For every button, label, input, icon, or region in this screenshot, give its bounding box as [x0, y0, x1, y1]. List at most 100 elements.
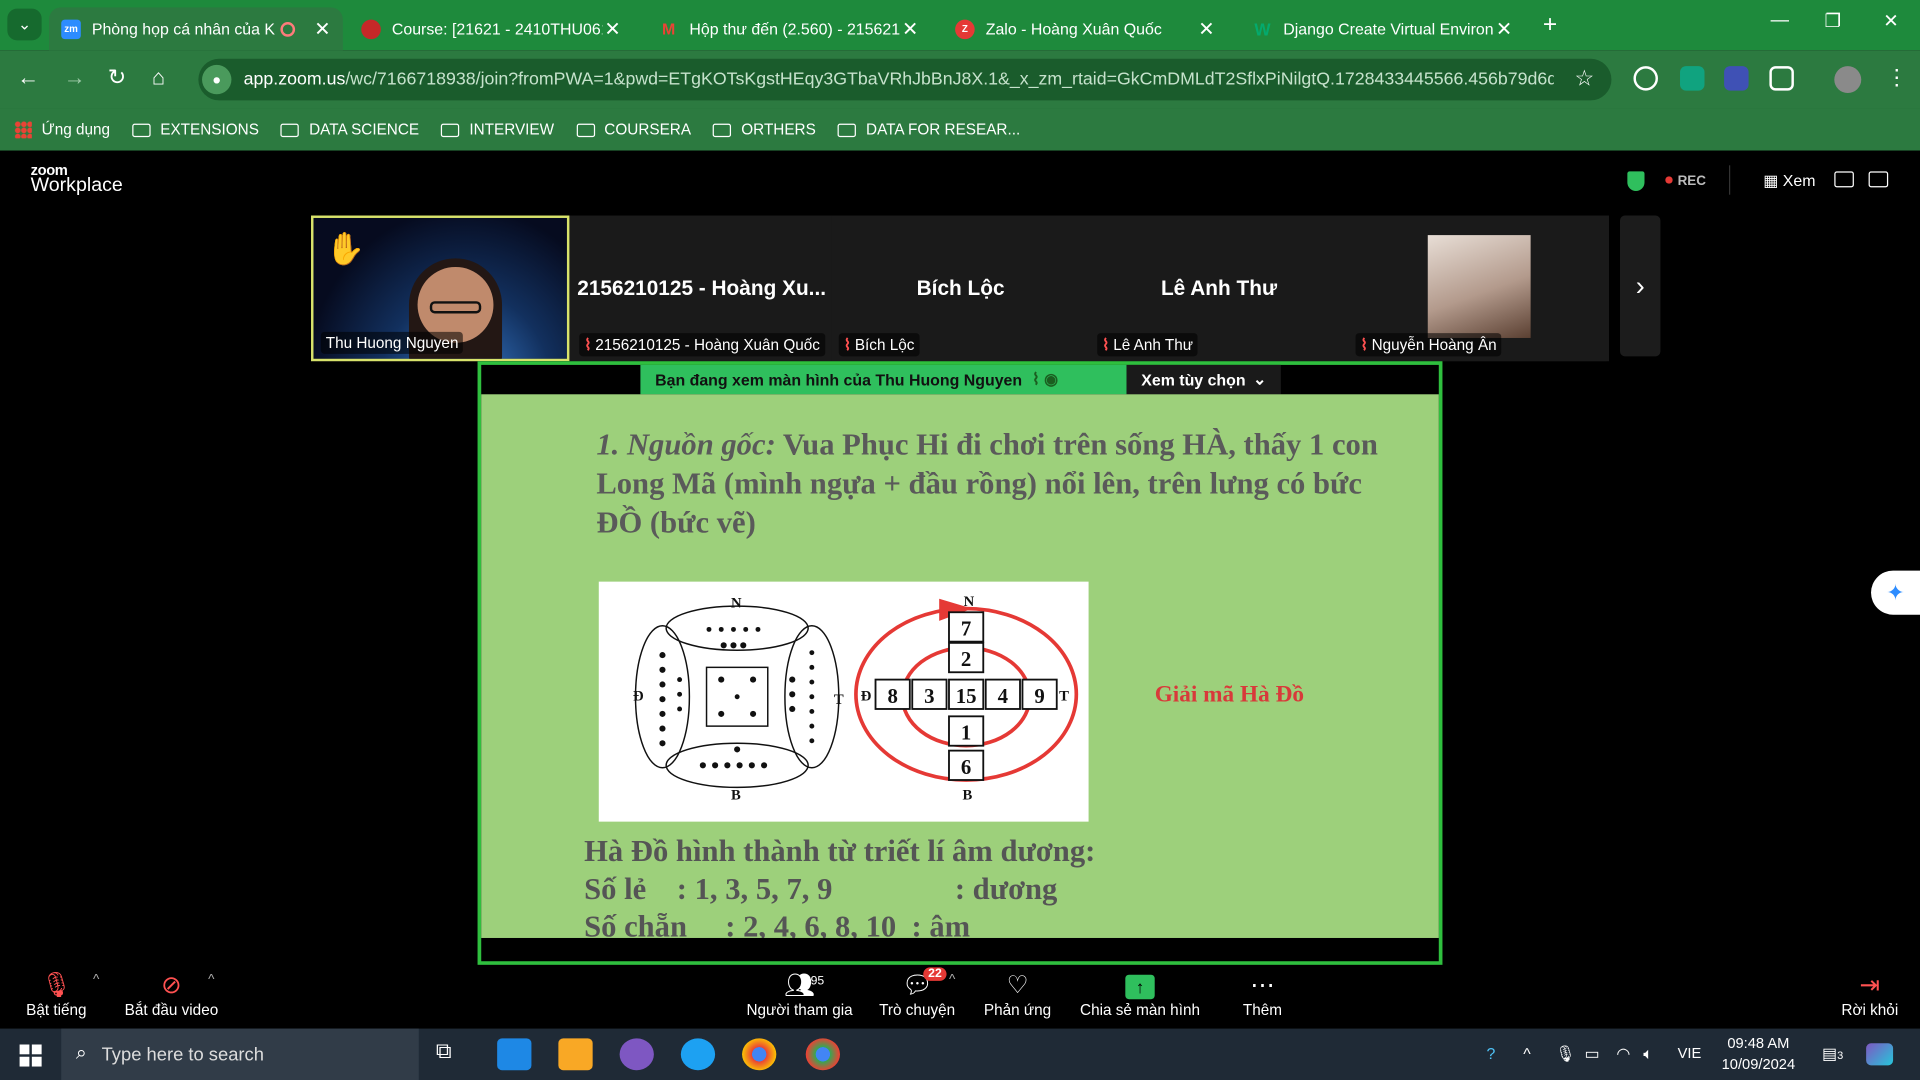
view-button[interactable]: ▦ Xem [1763, 171, 1815, 191]
bookmark-folder[interactable]: DATA FOR RESEAR... [837, 121, 1020, 138]
mic-off-icon: 🎙︎ [40, 972, 72, 1000]
back-button[interactable]: ← [17, 65, 39, 91]
reactions-button[interactable]: ♡ Phản ứng [982, 970, 1053, 1019]
participant-tile[interactable]: 2156210125 - Hoàng Xu... ⌇ 2156210125 - H… [571, 215, 832, 362]
notifications-icon[interactable]: ▤3 [1822, 1044, 1843, 1064]
folder-icon [441, 123, 460, 137]
tab-gmail[interactable]: M Hộp thư đến (2.560) - 21562101 ✕ [647, 7, 931, 50]
zoom-logo-bottom: Workplace [30, 175, 123, 196]
tab-zalo[interactable]: Z Zalo - Hoàng Xuân Quốc ✕ [943, 7, 1227, 50]
widgets-icon[interactable] [1866, 1043, 1894, 1066]
unmute-button[interactable]: 🎙︎ Bật tiếng [22, 970, 91, 1019]
more-button[interactable]: ⋯ Thêm [1237, 970, 1288, 1019]
chat-button[interactable]: 💬︎ 22 Trò chuyện [877, 967, 958, 1019]
zoom-header: zoom Workplace REC ▦ Xem [0, 150, 1920, 212]
new-tab-button[interactable]: + [1543, 11, 1557, 39]
address-bar[interactable]: ● app.zoom.us/wc/7166718938/join?fromPWA… [198, 58, 1612, 101]
mail-app-icon[interactable] [497, 1038, 532, 1071]
view-options-button[interactable]: Xem tùy chọn ⌄ [1126, 364, 1282, 395]
edge-browser-icon[interactable] [680, 1038, 716, 1071]
clock[interactable]: 09:48 AM 10/09/2024 [1709, 1033, 1807, 1075]
menu-kebab-icon[interactable]: ⋮ [1886, 65, 1908, 91]
chrome-icon[interactable] [742, 1038, 777, 1071]
next-page-chevron-icon[interactable]: › [1620, 215, 1661, 357]
help-icon[interactable]: ? [1487, 1044, 1496, 1062]
copilot-icon[interactable] [619, 1038, 654, 1071]
close-tab-icon[interactable]: ✕ [604, 17, 620, 41]
bookmark-folder[interactable]: COURSERA [576, 121, 691, 138]
tab-course[interactable]: Course: [21621 - 2410THU061LI ✕ [349, 7, 633, 50]
bookmark-folder[interactable]: ORTHERS [713, 121, 816, 138]
tray-expand-icon[interactable]: ^ [1523, 1044, 1530, 1062]
start-video-button[interactable]: ⊘ Bắt đầu video [122, 970, 220, 1019]
microphone-tray-icon[interactable]: 🎙︎ [1555, 1044, 1575, 1064]
apps-grid-icon [14, 121, 32, 139]
task-view-icon[interactable]: ⧉ [436, 1038, 470, 1070]
audio-options-caret[interactable]: ^ [93, 972, 99, 987]
language-indicator[interactable]: VIE [1678, 1044, 1702, 1061]
microphone-icon[interactable]: ● [202, 64, 232, 95]
close-tab-icon[interactable]: ✕ [902, 17, 918, 41]
chatgpt-extension-icon[interactable] [1680, 66, 1705, 91]
close-window-button[interactable]: ✕ [1883, 10, 1898, 32]
folder-icon [280, 123, 300, 137]
video-options-caret[interactable]: ^ [208, 972, 214, 987]
profile-avatar[interactable] [1834, 66, 1862, 94]
close-tab-icon[interactable]: ✕ [314, 17, 330, 41]
compass-extension-icon[interactable] [1633, 66, 1658, 91]
reload-button[interactable]: ↻ [108, 65, 126, 91]
windows-start-icon[interactable] [19, 1044, 42, 1067]
wifi-icon[interactable]: ◠ [1616, 1044, 1630, 1064]
home-button[interactable]: ⌂ [152, 65, 165, 91]
security-shield-icon[interactable] [1627, 171, 1645, 192]
participant-tile[interactable]: Lê Anh Thư ⌇ Lê Anh Thư [1089, 215, 1349, 362]
participant-tile[interactable]: ✋ Thu Huong Nguyen [311, 215, 570, 362]
bookmark-folder[interactable]: EXTENSIONS [132, 121, 259, 138]
participants-button[interactable]: 👥︎ 95 Người tham gia [742, 970, 857, 1019]
bookmark-apps[interactable]: Ứng dụng [14, 121, 110, 139]
chevron-down-icon: ⌄ [1252, 369, 1267, 389]
close-tab-icon[interactable]: ✕ [1198, 17, 1214, 41]
file-explorer-icon[interactable] [558, 1038, 593, 1071]
slide-title: 1. Nguồn gốc: Vua Phục Hi đi chơi trên s… [596, 428, 1378, 541]
fig-label-n: N [964, 594, 975, 610]
url-text: app.zoom.us/wc/7166718938/join?fromPWA=1… [243, 69, 1554, 90]
tab-search-button[interactable]: ⌄ [7, 8, 42, 41]
restore-button[interactable]: ❐ [1825, 10, 1841, 32]
popout-icon[interactable] [1834, 171, 1854, 188]
fig-label-b: B [731, 788, 741, 804]
participant-tile[interactable]: Bích Lộc ⌇ Bích Lộc [831, 215, 1090, 362]
bookmark-star-icon[interactable]: ☆ [1575, 66, 1595, 92]
fig-label-t: T [834, 692, 844, 708]
w3schools-icon: W [1254, 18, 1271, 39]
volume-icon[interactable]: 🔈︎ [1643, 1044, 1653, 1064]
minimize-button[interactable]: — [1771, 10, 1789, 31]
tab-django[interactable]: W Django Create Virtual Environm ✕ [1240, 7, 1524, 50]
browser-tab-bar: ⌄ zm Phòng họp cá nhân của Kao ✕ Course:… [0, 0, 1920, 51]
recording-indicator[interactable]: REC [1665, 174, 1706, 189]
folder-icon [132, 123, 151, 137]
chat-options-caret[interactable]: ^ [949, 972, 955, 987]
forward-button[interactable]: → [64, 65, 86, 91]
mic-off-icon: ⌇ [584, 336, 592, 354]
chrome-profile-icon[interactable] [805, 1038, 841, 1071]
floating-assistant-icon[interactable]: ✦ [1871, 570, 1920, 615]
bookmark-folder[interactable]: DATA SCIENCE [280, 121, 419, 138]
close-tab-icon[interactable]: ✕ [1496, 17, 1512, 41]
puzzle-extensions-icon[interactable] [1769, 66, 1794, 91]
folder-icon [713, 123, 732, 137]
fig-label-n: N [731, 595, 742, 611]
book-extension-icon[interactable] [1724, 66, 1749, 91]
participant-tile[interactable]: ⌇ Nguyễn Hoàng Ân [1348, 215, 1607, 362]
taskbar-search[interactable]: ⌕ Type here to search [61, 1028, 419, 1080]
fig-number: 7 [961, 617, 971, 641]
search-placeholder: Type here to search [101, 1043, 264, 1065]
participant-strip: ✋ Thu Huong Nguyen 2156210125 - Hoàng Xu… [311, 215, 1609, 362]
fullscreen-icon[interactable] [1868, 171, 1889, 188]
tab-zoom[interactable]: zm Phòng họp cá nhân của Kao ✕ [48, 7, 343, 51]
tab-title: Course: [21621 - 2410THU061LI [391, 19, 603, 38]
battery-icon[interactable]: ▭ [1585, 1044, 1600, 1064]
bookmark-folder[interactable]: INTERVIEW [441, 121, 554, 138]
leave-button[interactable]: ⇥ Rời khỏi [1837, 970, 1903, 1019]
share-screen-button[interactable]: ↑ Chia sẻ màn hình [1078, 970, 1203, 1019]
